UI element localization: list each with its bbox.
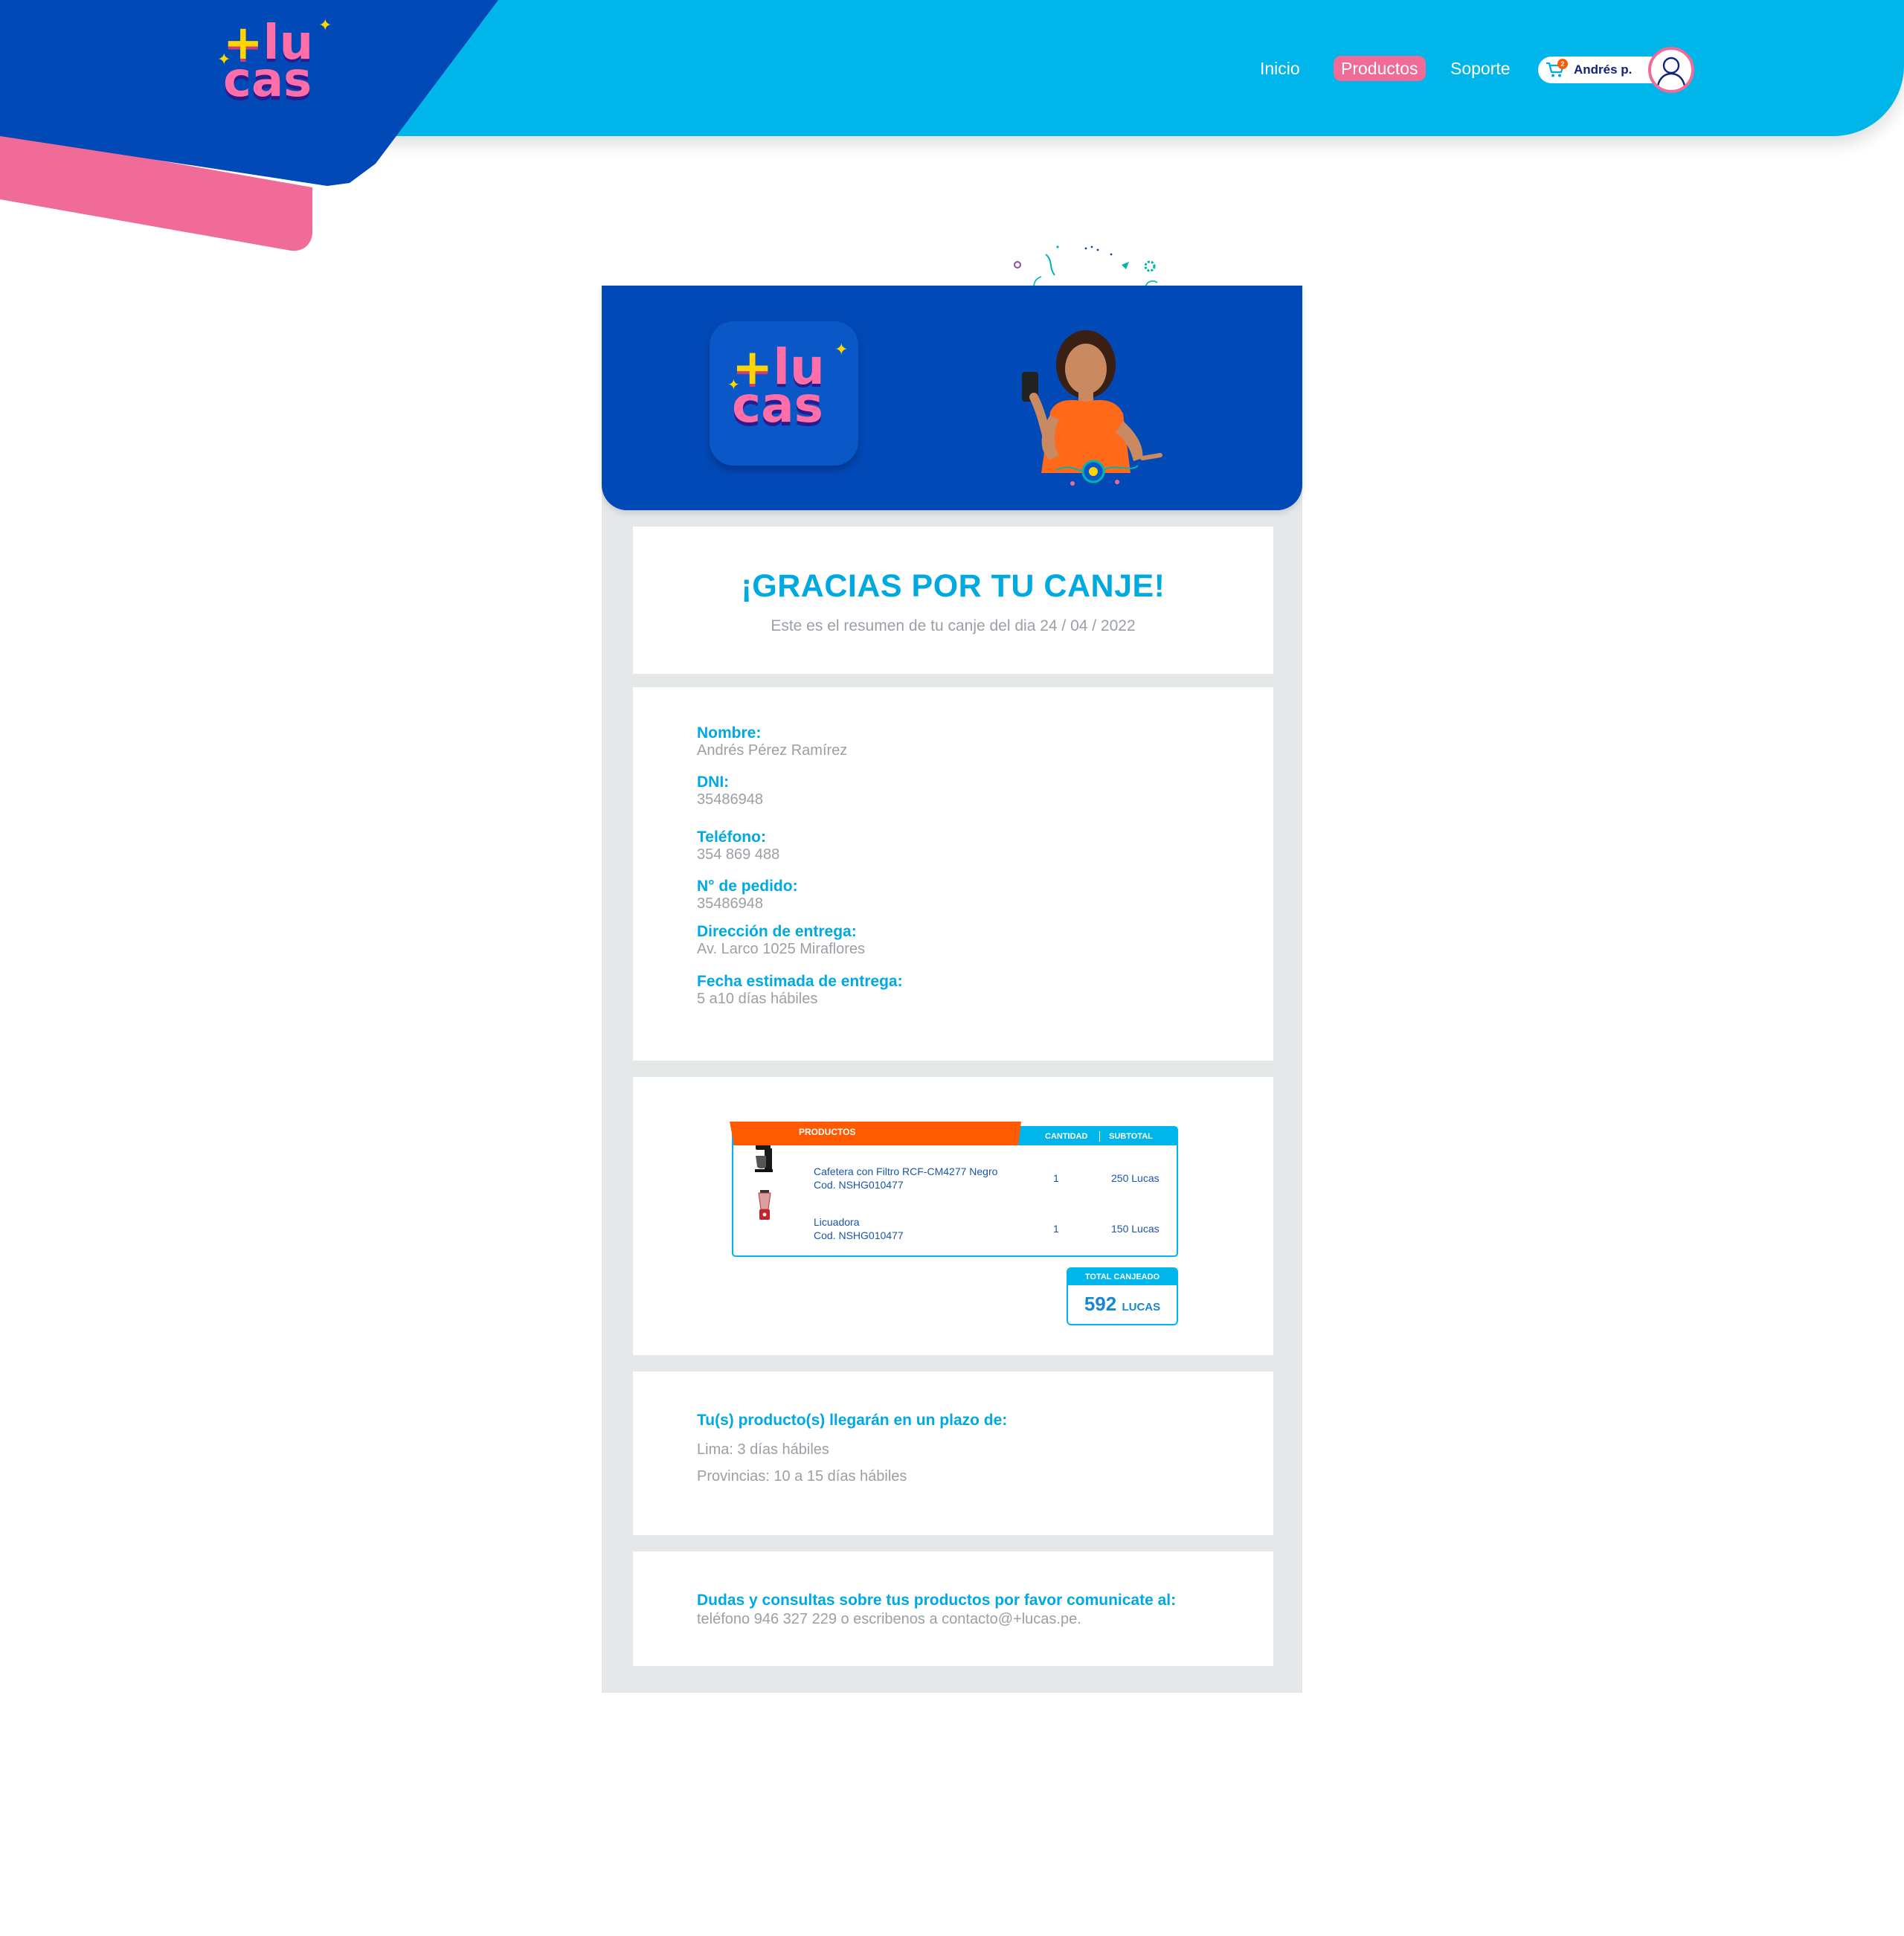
user-name[interactable]: Andrés p.: [1574, 57, 1632, 83]
receipt-banner: [602, 286, 1302, 510]
delivery-date-value: 5 a10 días hábiles: [697, 991, 818, 1007]
contact-text[interactable]: teléfono 946 327 229 o escribenos a cont…: [697, 1611, 1081, 1628]
table-row-product-name: Cafetera con Filtro RCF-CM4277 Negro: [814, 1165, 998, 1177]
thanks-subtitle: Este es el resumen de tu canje del dia 2…: [771, 617, 1136, 634]
app-logo: ✦ ✦ +lu cas: [727, 341, 851, 445]
sparkle-icon: ✦: [727, 376, 740, 393]
table-row-product-code: Cod. NSHG010477: [814, 1229, 904, 1241]
phone-label: Teléfono:: [697, 829, 766, 846]
products-header-tab: [730, 1122, 1021, 1145]
sparkle-icon: ✦: [217, 51, 231, 69]
products-table: CANTIDAD SUBTOTAL Cafetera con Filtro RC…: [732, 1126, 1178, 1257]
delivery-time-panel: Tu(s) producto(s) llegarán en un plazo d…: [633, 1371, 1273, 1535]
table-row-product-code: Cod. NSHG010477: [814, 1179, 904, 1191]
app-logo-tile: ✦ ✦ +lu cas: [710, 321, 858, 466]
logo-cas: cas: [732, 376, 823, 434]
table-row-subtotal: 250 Lucas: [1111, 1172, 1160, 1184]
subtotal-column-header: SUBTOTAL: [1109, 1132, 1153, 1141]
sparkle-icon: ✦: [318, 16, 332, 35]
sparkle-icon: ✦: [834, 341, 849, 359]
thanks-panel: ¡GRACIAS POR TU CANJE! Este es el resume…: [633, 527, 1273, 674]
thanks-title: ¡GRACIAS POR TU CANJE!: [741, 568, 1165, 604]
dni-value: 35486948: [697, 791, 763, 808]
total-label: TOTAL CANJEADO: [1068, 1269, 1177, 1285]
confetti-decoration: [1014, 245, 1158, 287]
order-number-label: N° de pedido:: [697, 878, 798, 895]
logo-cas: cas: [223, 52, 312, 108]
delivery-date-label: Fecha estimada de entrega:: [697, 973, 903, 990]
contact-title: Dudas y consultas sobre tus productos po…: [697, 1592, 1177, 1609]
name-value: Andrés Pérez Ramírez: [697, 742, 848, 759]
delivery-lima: Lima: 3 días hábiles: [697, 1441, 829, 1458]
table-row-quantity: 1: [1053, 1223, 1059, 1235]
phone-value: 354 869 488: [697, 846, 780, 863]
delivery-provinces: Provincias: 10 a 15 días hábiles: [697, 1468, 907, 1485]
delivery-title: Tu(s) producto(s) llegarán en un plazo d…: [697, 1412, 1008, 1429]
order-number-value: 35486948: [697, 895, 763, 912]
dni-label: DNI:: [697, 774, 730, 791]
table-row-subtotal: 150 Lucas: [1111, 1223, 1160, 1235]
nav-productos[interactable]: Productos: [1334, 56, 1426, 81]
nav-soporte[interactable]: Soporte: [1450, 56, 1511, 81]
header-divider: [1099, 1131, 1100, 1142]
total-value: 592 LUCAS: [1068, 1293, 1177, 1316]
woman-with-phone-illustration: [1022, 330, 1162, 486]
total-redeemed-box: TOTAL CANJEADO 592 LUCAS: [1067, 1267, 1178, 1325]
total-amount: 592: [1084, 1293, 1117, 1315]
cart-count-badge: 2: [1557, 59, 1568, 69]
brand-logo[interactable]: ✦ ✦ +lu cas: [217, 17, 342, 115]
order-summary-panel: CANTIDAD SUBTOTAL Cafetera con Filtro RC…: [633, 1077, 1273, 1355]
name-label: Nombre:: [697, 724, 762, 742]
products-column-header: PRODUCTOS: [799, 1127, 856, 1137]
address-value: Av. Larco 1025 Miraflores: [697, 941, 866, 957]
address-label: Dirección de entrega:: [697, 923, 857, 940]
table-row-product-name: Licuadora: [814, 1216, 860, 1228]
quantity-column-header: CANTIDAD: [1045, 1132, 1088, 1141]
nav-inicio[interactable]: Inicio: [1260, 56, 1300, 81]
table-row-quantity: 1: [1053, 1172, 1059, 1184]
contact-panel: Dudas y consultas sobre tus productos po…: [633, 1551, 1273, 1666]
total-unit: LUCAS: [1122, 1301, 1161, 1313]
blender-image: [758, 1190, 771, 1220]
user-avatar-icon[interactable]: [1648, 47, 1694, 93]
customer-info-panel: Nombre: Andrés Pérez Ramírez DNI: 354869…: [633, 687, 1273, 1061]
